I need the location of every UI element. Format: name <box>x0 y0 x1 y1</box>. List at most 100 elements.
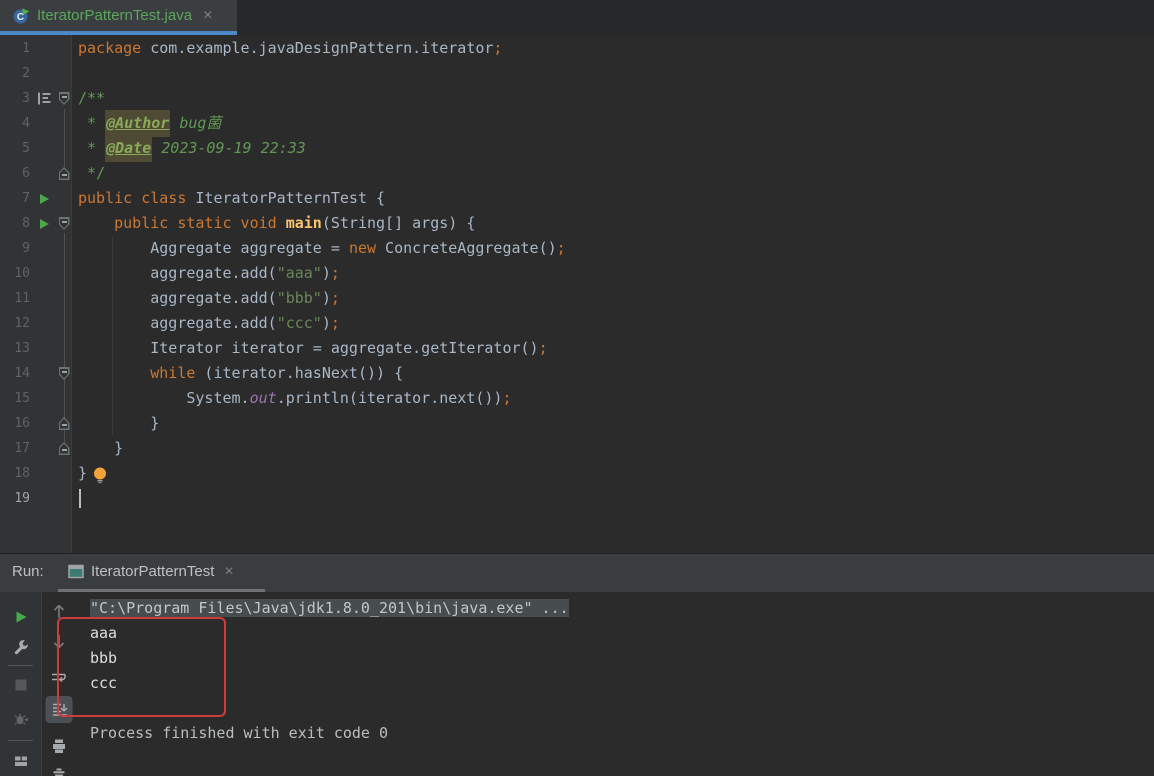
code-token: @Date <box>105 135 153 162</box>
gutter-icon-cell[interactable] <box>32 218 56 230</box>
close-icon[interactable]: × <box>203 7 212 24</box>
wrench-icon <box>13 640 29 656</box>
up-stack-trace-button[interactable] <box>47 599 71 623</box>
rerun-debug-button <box>9 707 33 731</box>
code-line-10[interactable]: 10 aggregate.add("aaa"); <box>0 261 1154 286</box>
line-number: 5 <box>22 141 30 156</box>
code-line-13[interactable]: 13 Iterator iterator = aggregate.getIter… <box>0 336 1154 361</box>
line-number: 11 <box>14 291 30 306</box>
code-line-5[interactable]: 5 * @Date 2023-09-19 22:33 <box>0 135 1154 162</box>
code-token: bug菌 <box>170 114 222 132</box>
code-text: while (iterator.hasNext()) { <box>72 361 403 386</box>
console-text: aaa <box>90 624 118 642</box>
run-gutter-icon <box>39 218 50 230</box>
code-line-16[interactable]: 16 } <box>0 411 1154 436</box>
console-text: Process finished with exit code 0 <box>90 724 389 742</box>
code-line-8[interactable]: 8 public static void main (String[] args)… <box>0 211 1154 236</box>
code-token: .println(iterator.next()) <box>276 389 503 407</box>
code-line-4[interactable]: 4 * @Author bug菌 <box>0 110 1154 137</box>
code-line-19[interactable]: 19 <box>0 486 1154 511</box>
code-token: new <box>348 239 377 257</box>
code-line-18[interactable]: 18} <box>0 461 1154 486</box>
code-line-3[interactable]: 3 /** <box>0 86 1154 111</box>
gutter-fold-cell[interactable] <box>56 92 72 105</box>
printer-icon <box>51 738 67 754</box>
code-line-9[interactable]: 9 Aggregate aggregate = new ConcreteAggr… <box>0 236 1154 261</box>
line-number: 12 <box>14 316 30 331</box>
code-line-15[interactable]: 15 System. out .println(iterator.next()); <box>0 386 1154 411</box>
soft-wrap-button[interactable] <box>47 666 71 690</box>
bulb-icon[interactable] <box>92 466 108 484</box>
code-line-11[interactable]: 11 aggregate.add("bbb"); <box>0 286 1154 311</box>
code-token: main <box>285 214 322 232</box>
fold-marker-open[interactable] <box>59 367 70 380</box>
gutter-fold-cell[interactable] <box>56 417 72 430</box>
edit-configuration-button[interactable] <box>9 636 33 660</box>
fold-marker-close[interactable] <box>59 417 70 430</box>
gutter-icon-cell[interactable] <box>32 193 56 205</box>
line-number: 6 <box>22 166 30 181</box>
code-text: } <box>72 436 123 461</box>
fold-marker-close[interactable] <box>59 167 70 180</box>
code-line-17[interactable]: 17 } <box>0 436 1154 461</box>
gutter-icon-cell[interactable] <box>32 91 56 106</box>
restore-layout-button[interactable] <box>9 749 33 773</box>
code-text: public static void main (String[] args) { <box>72 211 475 236</box>
code-text: public class IteratorPatternTest { <box>72 186 385 211</box>
gutter-fold-cell[interactable] <box>56 167 72 180</box>
code-token: aggregate.add( <box>78 264 277 282</box>
code-text: aggregate.add("aaa"); <box>72 261 340 286</box>
code-text: Iterator iterator = aggregate.getIterato… <box>72 336 547 361</box>
code-token: */ <box>78 164 106 182</box>
scroll-to-end-button[interactable] <box>45 696 72 723</box>
code-token: System. <box>78 389 250 407</box>
fold-marker-open[interactable] <box>59 217 70 230</box>
code-token: IteratorPatternTest { <box>186 189 386 207</box>
code-line-12[interactable]: 12 aggregate.add("ccc"); <box>0 311 1154 336</box>
console-selected-text: "C:\Program Files\Java\jdk1.8.0_201\bin\… <box>90 599 569 617</box>
close-icon[interactable]: × <box>224 563 233 580</box>
editor-tab-iteratorpatterntest-java[interactable]: C IteratorPatternTest.java × <box>0 0 237 31</box>
code-text: aggregate.add("ccc"); <box>72 311 340 336</box>
gutter-fold-cell[interactable] <box>56 442 72 455</box>
down-stack-trace-button[interactable] <box>47 629 71 653</box>
code-line-1[interactable]: 1 package com.example.javaDesignPattern.i… <box>0 36 1154 61</box>
doc-gutter-icon <box>36 91 52 106</box>
code-line-7[interactable]: 7 public class IteratorPatternTest { <box>0 186 1154 211</box>
code-token: ) <box>321 314 331 332</box>
code-token: ; <box>493 39 503 57</box>
code-line-14[interactable]: 14 while (iterator.hasNext()) { <box>0 361 1154 386</box>
code-line-2[interactable]: 2 <box>0 61 1154 86</box>
rerun-button[interactable] <box>9 605 33 629</box>
code-token: public class <box>78 189 187 207</box>
line-number: 8 <box>22 216 30 231</box>
clear-all-button[interactable] <box>47 764 71 776</box>
line-number: 10 <box>14 266 30 281</box>
code-text: */ <box>72 161 105 186</box>
fold-marker-open[interactable] <box>59 92 70 105</box>
code-token: "ccc" <box>276 314 322 332</box>
run-tab-iteratorpatterntest[interactable]: IteratorPatternTest × <box>58 554 244 589</box>
code-text: System. out .println(iterator.next()); <box>72 386 511 411</box>
console-output[interactable]: "C:\Program Files\Java\jdk1.8.0_201\bin\… <box>75 592 1154 776</box>
console-text: ccc <box>90 674 118 692</box>
code-token: } <box>78 439 124 457</box>
gutter-fold-cell[interactable] <box>56 367 72 380</box>
code-line-6[interactable]: 6 */ <box>0 161 1154 186</box>
soft-wrap-icon <box>50 670 68 686</box>
scroll-end-icon <box>50 701 67 718</box>
line-number: 4 <box>22 116 30 131</box>
code-editor[interactable]: 1 package com.example.javaDesignPattern.i… <box>0 35 1154 553</box>
gutter-fold-cell[interactable] <box>56 217 72 230</box>
code-token: com.example.javaDesignPattern.iterator <box>141 39 494 57</box>
code-token: @Author <box>105 110 171 137</box>
code-text: /** <box>72 86 105 111</box>
line-number: 14 <box>14 366 30 381</box>
print-button[interactable] <box>47 734 71 758</box>
fold-marker-close[interactable] <box>59 442 70 455</box>
java-class-run-icon: C <box>13 8 30 24</box>
code-text: package com.example.javaDesignPattern.it… <box>72 36 502 61</box>
bug-restart-icon <box>12 710 30 728</box>
